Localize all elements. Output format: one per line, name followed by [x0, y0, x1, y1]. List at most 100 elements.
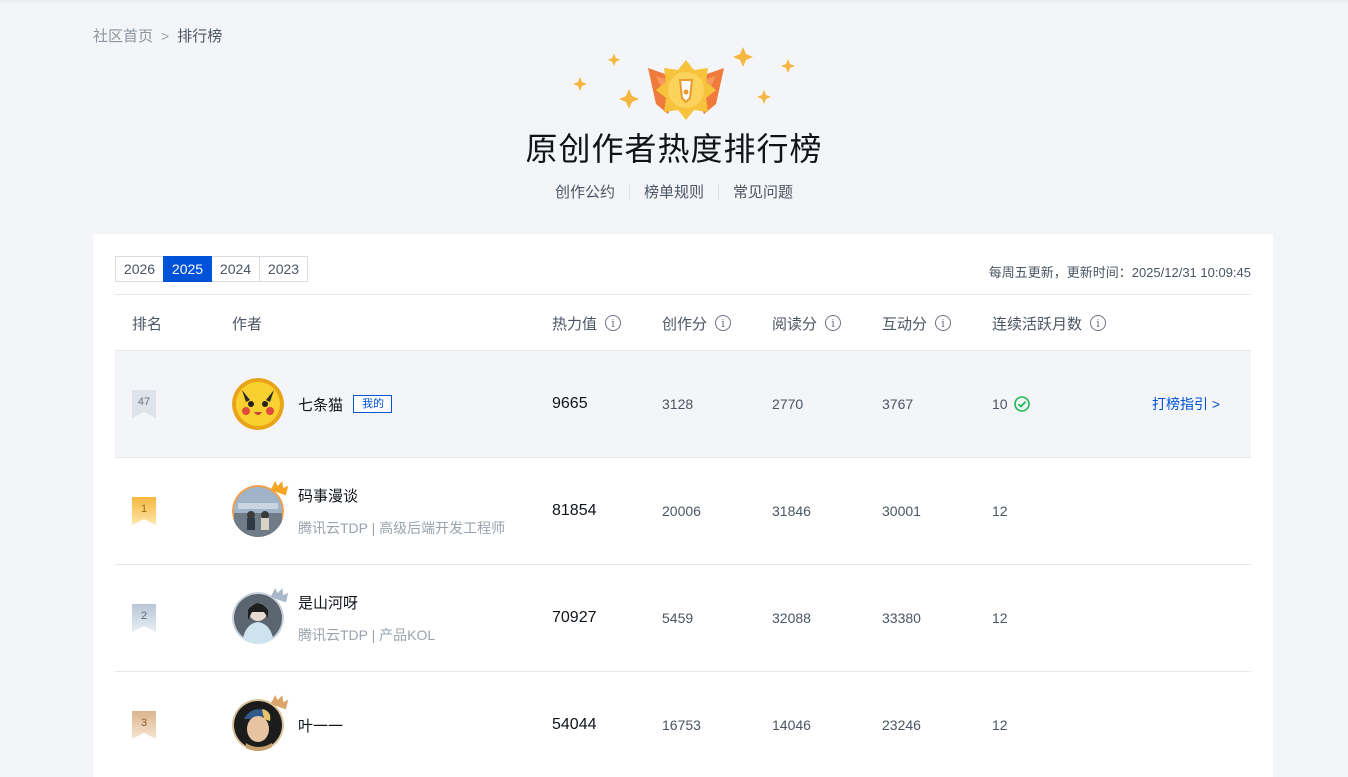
author-info: 是山河呀 腾讯云TDP | 产品KOL	[298, 592, 435, 645]
rank-number: 2	[140, 610, 148, 622]
info-icon[interactable]: i	[935, 315, 952, 331]
header-create: 创作分 i	[662, 295, 732, 351]
header-interact-label: 互动分	[882, 315, 928, 333]
author-info: 七条猫 我的	[298, 394, 393, 415]
interact-score: 33380	[882, 610, 921, 626]
ranking-card: 2026 2025 2024 2023 每周五更新，更新时间：2025/12/3…	[93, 234, 1273, 777]
header-rank-label: 排名	[132, 315, 163, 333]
update-info: 每周五更新，更新时间：2025/12/31 10:09:45	[988, 265, 1251, 280]
author-name[interactable]: 叶一一	[298, 715, 343, 736]
gold-crown-icon	[270, 480, 289, 496]
hero-links: 创作公约 榜单规则 常见问题	[0, 181, 1348, 202]
author-name-line: 叶一一	[298, 715, 343, 736]
gold-ribbon-icon: 1	[132, 497, 156, 525]
table-header: 排名 作者 热力值 i 创作分 i 阅读分 i 互动分 i 连续活跃月数 i	[115, 294, 1251, 351]
year-tab-2024[interactable]: 2024	[211, 256, 260, 282]
pikachu-avatar-icon	[232, 378, 284, 430]
heat-value: 9665	[552, 395, 588, 412]
year-tab-2026[interactable]: 2026	[115, 256, 164, 282]
heat-value: 81854	[552, 502, 597, 519]
faq-link[interactable]: 常见问题	[719, 181, 807, 202]
author-name-line: 码事漫谈	[298, 485, 505, 506]
info-icon[interactable]: i	[1090, 315, 1107, 331]
author-title: 腾讯云TDP | 高级后端开发工程师	[298, 519, 506, 536]
read-score: 2770	[772, 396, 804, 412]
ranking-rules-link[interactable]: 榜单规则	[630, 181, 718, 202]
info-icon[interactable]: i	[825, 315, 842, 331]
read-score: 32088	[772, 610, 811, 626]
silver-crown-icon	[270, 587, 289, 603]
author-info: 叶一一	[298, 715, 343, 736]
silver-ribbon-icon: 2	[132, 604, 156, 632]
header-active-months-label: 连续活跃月数	[992, 315, 1083, 333]
active-months-cell: 10	[992, 351, 1030, 457]
author-name[interactable]: 是山河呀	[298, 592, 358, 613]
header-interact: 互动分 i	[882, 295, 952, 351]
rank-cell: 1	[132, 458, 156, 564]
author-cell: 是山河呀 腾讯云TDP | 产品KOL	[232, 565, 435, 671]
active-months: 12	[992, 717, 1008, 733]
rank-number: 3	[140, 717, 148, 729]
header-active-months: 连续活跃月数 i	[992, 295, 1107, 351]
year-tabs: 2026 2025 2024 2023	[115, 256, 308, 282]
create-score: 3128	[662, 396, 694, 412]
heat-value: 70927	[552, 609, 597, 626]
breadcrumb-current: 排行榜	[177, 28, 223, 45]
header-read-label: 阅读分	[772, 315, 818, 333]
author-cell: 叶一一	[232, 672, 343, 777]
author-title: 腾讯云TDP | 产品KOL	[298, 626, 436, 643]
breadcrumb: 社区首页 > 排行榜	[93, 25, 222, 46]
rank-ribbon-icon: 47	[132, 390, 156, 418]
rank-number: 1	[140, 503, 148, 515]
bronze-ribbon-icon: 3	[132, 711, 156, 739]
topbar-shadow	[0, 0, 1348, 4]
breadcrumb-home-link[interactable]: 社区首页	[93, 25, 153, 46]
create-score: 20006	[662, 503, 701, 519]
table-row: 2 是山河呀 腾讯云TDP | 产品KOL 70927 5459 32088 3…	[115, 565, 1251, 672]
author-name-line: 是山河呀	[298, 592, 435, 613]
table-row: 3 叶一一 54044 16753 14046 23246 12	[115, 672, 1251, 777]
rank-cell: 3	[132, 672, 156, 777]
avatar[interactable]	[232, 694, 289, 751]
info-icon[interactable]: i	[715, 315, 732, 331]
author-name[interactable]: 七条猫	[298, 394, 343, 415]
rank-cell: 47	[132, 351, 156, 457]
avatar[interactable]	[232, 480, 289, 537]
bronze-crown-icon	[270, 694, 289, 710]
page-title: 原创作者热度排行榜	[525, 131, 823, 167]
read-score: 14046	[772, 717, 811, 733]
author-info: 码事漫谈 腾讯云TDP | 高级后端开发工程师	[298, 485, 505, 538]
year-tab-2025[interactable]: 2025	[163, 256, 212, 282]
heat-value: 54044	[552, 716, 597, 733]
header-heat: 热力值 i	[552, 295, 622, 351]
avatar[interactable]	[232, 587, 289, 644]
header-rank: 排名	[132, 295, 162, 351]
header-author-label: 作者	[232, 315, 263, 333]
creation-pact-link[interactable]: 创作公约	[541, 181, 629, 202]
interact-score: 23246	[882, 717, 921, 733]
author-name-line: 七条猫 我的	[298, 394, 393, 415]
ranking-guide-link[interactable]: 打榜指引 >	[1152, 351, 1220, 457]
info-icon[interactable]: i	[605, 315, 622, 331]
active-months: 12	[992, 503, 1008, 519]
author-name[interactable]: 码事漫谈	[298, 485, 358, 506]
trophy-badge-icon	[573, 47, 795, 120]
header-read: 阅读分 i	[772, 295, 842, 351]
breadcrumb-separator: >	[161, 27, 170, 44]
header-create-label: 创作分	[662, 315, 708, 333]
rank-number: 47	[137, 396, 151, 408]
year-tab-2023[interactable]: 2023	[259, 256, 308, 282]
create-score: 16753	[662, 717, 701, 733]
rank-cell: 2	[132, 565, 156, 671]
my-rank-row: 47 七条猫 我的 9665 3128 2770 3767 10 打榜指引 >	[115, 351, 1251, 458]
header-heat-label: 热力值	[552, 315, 598, 333]
ranking-table: 排名 作者 热力值 i 创作分 i 阅读分 i 互动分 i 连续活跃月数 i 47	[115, 294, 1251, 777]
author-cell: 七条猫 我的	[232, 351, 393, 457]
avatar[interactable]	[232, 378, 284, 430]
me-tag: 我的	[353, 395, 393, 413]
interact-score: 30001	[882, 503, 921, 519]
header-author: 作者	[232, 295, 262, 351]
table-row: 1 码事漫谈 腾讯云TDP | 高级后端开发工程师 81854 20006 31…	[115, 458, 1251, 565]
interact-score: 3767	[882, 396, 914, 412]
author-cell: 码事漫谈 腾讯云TDP | 高级后端开发工程师	[232, 458, 505, 564]
